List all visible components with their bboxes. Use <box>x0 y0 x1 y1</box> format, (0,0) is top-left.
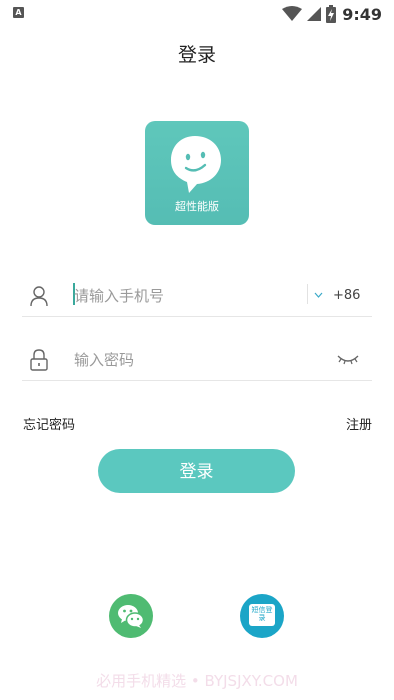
logo-text: 超性能版 <box>175 200 219 213</box>
status-bar: A 9:49 <box>0 0 394 28</box>
sms-login-button[interactable]: 短信登录 <box>240 594 284 638</box>
status-time: 9:49 <box>342 4 382 24</box>
lock-icon <box>30 349 48 371</box>
chevron-down-icon <box>314 292 323 298</box>
password-input[interactable] <box>74 346 274 374</box>
country-code: +86 <box>333 287 361 303</box>
page-title: 登录 <box>177 44 216 66</box>
country-divider <box>307 284 308 304</box>
user-icon <box>30 286 48 307</box>
password-row <box>22 340 372 381</box>
battery-charging-icon <box>326 5 337 23</box>
watermark: 必用手机精选 • BYJSJXY.COM <box>96 672 298 690</box>
phone-input[interactable] <box>74 282 274 310</box>
phone-row: +86 <box>22 276 372 317</box>
notification-a-icon: A <box>13 7 24 18</box>
sms-icon: 短信登录 <box>249 604 275 626</box>
wechat-icon <box>118 605 145 628</box>
wechat-login-button[interactable] <box>109 594 153 638</box>
register-link[interactable]: 注册 <box>346 414 372 433</box>
forgot-password-link[interactable]: 忘记密码 <box>23 414 75 433</box>
login-button[interactable]: 登录 <box>98 449 295 493</box>
status-icons: 9:49 <box>282 4 382 24</box>
wifi-icon <box>282 6 303 21</box>
country-code-select[interactable]: +86 <box>314 284 372 306</box>
cellular-signal-icon <box>307 7 322 21</box>
eye-closed-icon[interactable] <box>337 350 359 368</box>
app-logo: 超性能版 <box>145 121 249 225</box>
